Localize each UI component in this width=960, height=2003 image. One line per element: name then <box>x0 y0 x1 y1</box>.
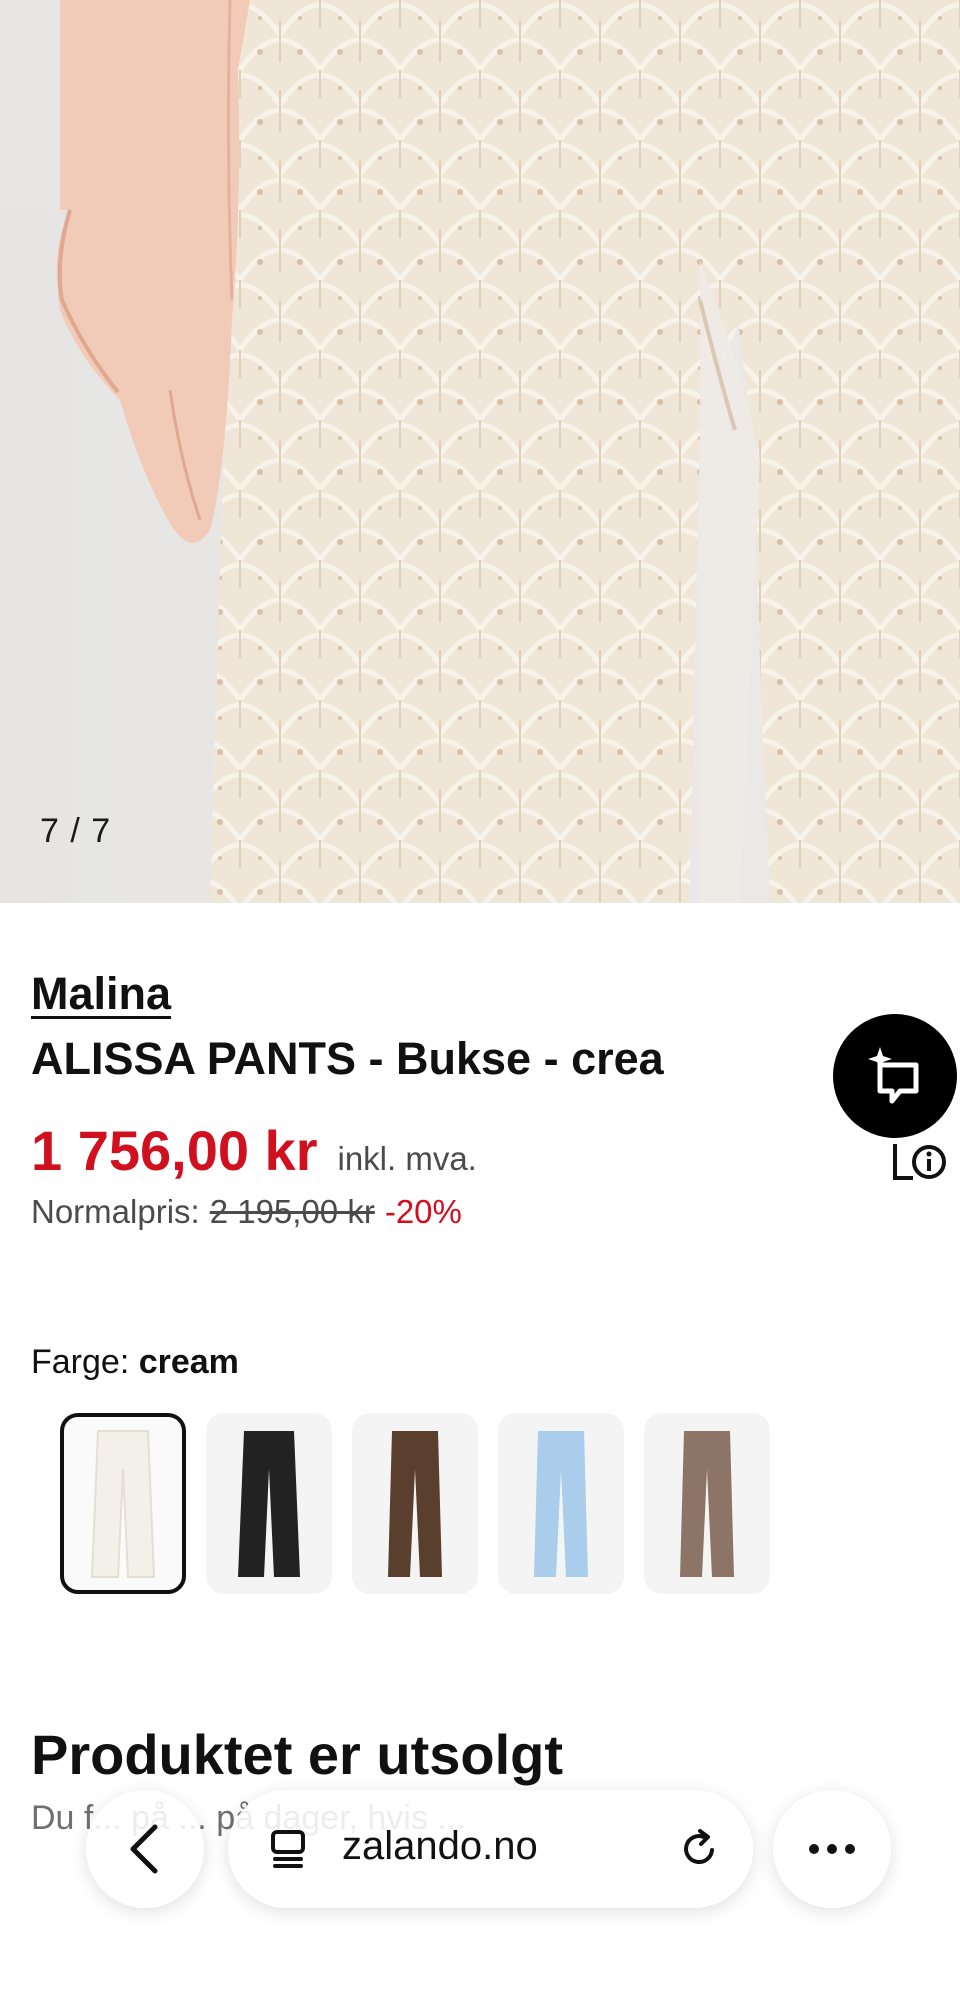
sparkle-chat-icon <box>868 1047 919 1104</box>
normal-price: 2 195,00 kr <box>209 1193 375 1230</box>
more-icon-dot <box>827 1844 837 1854</box>
ai-assistant-button[interactable] <box>833 1014 957 1138</box>
product-photo-illustration <box>0 0 960 903</box>
normal-price-row: Normalpris: 2 195,00 kr -20% <box>31 1193 462 1231</box>
pants-thumbnail-cream <box>90 1429 156 1578</box>
address-bar[interactable]: zalando.no <box>228 1790 753 1908</box>
selected-color: cream <box>138 1343 239 1381</box>
sold-out-title: Produktet er utsolgt <box>31 1723 564 1786</box>
more-icon <box>809 1844 819 1854</box>
swatch-taupe[interactable] <box>644 1413 770 1594</box>
product-title: ALISSA PANTS - Bukse - crea <box>31 1033 664 1084</box>
browser-more-button[interactable] <box>773 1790 891 1908</box>
reload-icon[interactable] <box>678 1828 720 1870</box>
swatch-brown[interactable] <box>352 1413 478 1594</box>
tabs-icon[interactable] <box>268 1828 308 1870</box>
discount-badge: -20% <box>384 1193 462 1230</box>
product-photo[interactable]: 7 / 7 <box>0 0 960 903</box>
normal-price-label: Normalpris: <box>31 1193 200 1230</box>
image-counter: 7 / 7 <box>40 812 112 850</box>
pants-thumbnail-taupe <box>680 1430 734 1577</box>
back-icon <box>130 1824 158 1874</box>
vat-note: inkl. mva. <box>337 1140 477 1177</box>
swatch-cream[interactable] <box>60 1413 186 1594</box>
browser-back-button[interactable] <box>86 1790 204 1908</box>
url-text[interactable]: zalando.no <box>342 1824 538 1869</box>
pants-thumbnail-brown <box>388 1430 442 1577</box>
price-row: 1 756,00 kr inkl. mva. <box>31 1118 477 1183</box>
swatch-black[interactable] <box>206 1413 332 1594</box>
color-label: Farge: cream <box>31 1343 239 1382</box>
pants-thumbnail-black <box>238 1430 300 1577</box>
color-swatches <box>60 1413 770 1594</box>
pants-thumbnail-light-blue <box>534 1430 588 1577</box>
info-icon[interactable] <box>891 1140 949 1182</box>
more-icon-dot <box>845 1844 855 1854</box>
color-label-text: Farge: <box>31 1343 130 1381</box>
swatch-light-blue[interactable] <box>498 1413 624 1594</box>
brand-link[interactable]: Malina <box>31 968 171 1020</box>
sale-price: 1 756,00 kr <box>31 1119 318 1182</box>
